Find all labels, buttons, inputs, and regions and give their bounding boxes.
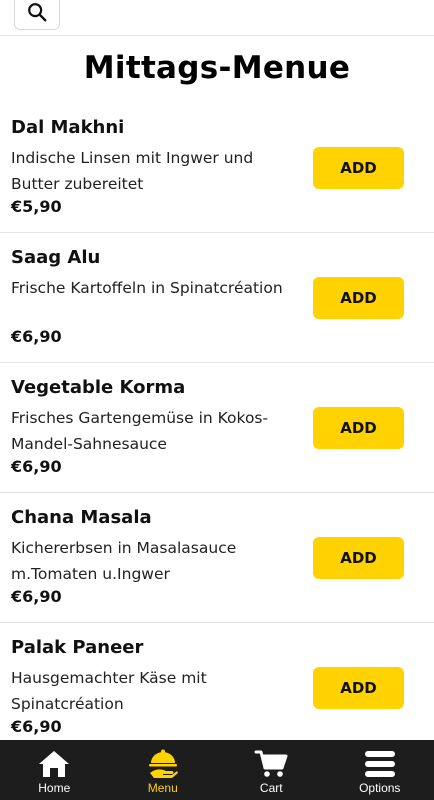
- nav-label-home: Home: [38, 781, 71, 795]
- item-description: Indische Linsen mit Ingwer und Butter zu…: [11, 149, 254, 193]
- search-button[interactable]: [14, 0, 60, 30]
- item-description: Kichererbsen in Masalasauce m.Tomaten u.…: [11, 539, 237, 583]
- top-bar: [0, 0, 434, 36]
- item-description: Frisches Gartengemüse in Kokos-Mandel-Sa…: [11, 409, 269, 453]
- item-name: Dal Makhni: [11, 117, 125, 138]
- menu-item: Palak Paneer Hausgemachter Käse mit Spin…: [0, 623, 434, 740]
- bottom-nav: Home Menu Cart Options: [0, 740, 434, 800]
- nav-item-cart[interactable]: Cart: [217, 740, 326, 800]
- menu-serving-icon: [148, 749, 178, 778]
- item-price: €6,90: [11, 457, 62, 476]
- nav-item-options[interactable]: Options: [326, 740, 434, 800]
- home-icon: [39, 751, 70, 777]
- nav-label-options: Options: [359, 781, 401, 795]
- add-button[interactable]: ADD: [313, 147, 404, 189]
- add-button[interactable]: ADD: [313, 667, 404, 709]
- item-price: €5,90: [11, 197, 62, 216]
- nav-label-cart: Cart: [259, 781, 283, 795]
- search-icon: [28, 3, 47, 22]
- item-price: €6,90: [11, 717, 62, 736]
- page-title: Mittags-Menue: [83, 50, 351, 86]
- menu-item: Vegetable Korma Frisches Gartengemüse in…: [0, 363, 434, 493]
- add-button[interactable]: ADD: [313, 277, 404, 319]
- nav-label-menu: Menu: [147, 781, 178, 795]
- nav-item-menu[interactable]: Menu: [109, 740, 218, 800]
- item-name: Vegetable Korma: [11, 377, 186, 398]
- item-price: €6,90: [11, 327, 62, 346]
- nav-item-home[interactable]: Home: [0, 740, 109, 800]
- menu-list: Dal Makhni Indische Linsen mit Ingwer un…: [0, 103, 434, 740]
- item-price: €6,90: [11, 587, 62, 606]
- item-description: Hausgemachter Käse mit Spinatcréation: [11, 669, 207, 713]
- item-name: Chana Masala: [11, 507, 152, 528]
- menu-item: Saag Alu Frische Kartoffeln in Spinatcré…: [0, 233, 434, 363]
- add-button[interactable]: ADD: [313, 407, 404, 449]
- options-icon: [364, 751, 395, 777]
- cart-icon: [254, 750, 288, 777]
- item-name: Palak Paneer: [11, 637, 144, 658]
- item-description: Frische Kartoffeln in Spinatcréation: [11, 279, 283, 297]
- menu-item: Dal Makhni Indische Linsen mit Ingwer un…: [0, 103, 434, 233]
- item-name: Saag Alu: [11, 247, 101, 268]
- menu-item: Chana Masala Kichererbsen in Masalasauce…: [0, 493, 434, 623]
- add-button[interactable]: ADD: [313, 537, 404, 579]
